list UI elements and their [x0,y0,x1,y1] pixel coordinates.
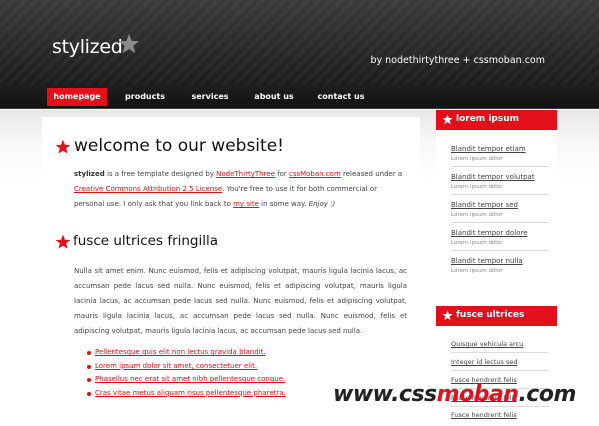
sidebar-box-title: fusce ultrices [456,310,525,320]
sidebar-link[interactable]: Blandit tempor etiam [451,145,526,153]
divider [451,352,549,353]
sidebar-link[interactable]: Integer id lectus sed [451,358,517,366]
watermark-part-2: moban [436,382,519,407]
sidebar-link[interactable]: Quisque vehicula arcu [451,340,523,348]
sidebar-link[interactable]: Blandit tempor dolore [451,229,528,237]
divider [451,194,549,195]
designer-link[interactable]: NodeThirtyThree [216,170,275,178]
divider [451,250,549,251]
sidebar-link-subtitle: Lorem ipsum dolor [451,184,503,190]
intro-paragraph: stylized is a free template designed by … [74,167,407,212]
intro-text-3: released under a [340,170,403,178]
body-paragraph: Nulla sit amet enim. Nunc euismod, felis… [74,267,407,335]
nav-item-products[interactable]: products [118,88,172,106]
sidebar-link-subtitle: Lorem ipsum dolor [451,268,503,274]
nav-item-contact-us[interactable]: contact us [313,88,369,106]
enjoy-text: Enjoy :) [308,200,336,208]
intro-text-2: for [274,170,289,178]
section-heading: fusce ultrices fringilla [73,233,219,249]
sidebar-box-header: fusce ultrices [436,306,557,326]
sidebar-link[interactable]: Blandit tempor nulla [451,257,523,265]
sidebar-link[interactable]: Blandit tempor sed [451,201,518,209]
sidebar-link-subtitle: Lorem ipsum dolor [451,212,503,218]
sidebar-link[interactable]: Blandit tempor volutpat [451,173,535,181]
welcome-heading: welcome to our website! [74,136,284,156]
site-tagline: by nodethirtythree + cssmoban.com [370,55,545,66]
divider [451,222,549,223]
nav-item-about-us[interactable]: about us [248,88,300,106]
sidebar-box-title: lorem ipsum [456,114,519,124]
sidebar-link[interactable]: Fusce hendrerit felis [451,411,517,419]
logo-text: stylized [52,36,123,58]
list-item[interactable]: Cras vitae metus aliquam risus pellentes… [87,389,286,403]
license-link[interactable]: Creative Commons Attribution 2.5 License [74,185,222,193]
star-icon [442,310,453,321]
site-logo[interactable]: stylized [52,33,140,66]
sidebar-link-subtitle: Lorem ipsum dolor [451,240,503,246]
star-icon [55,234,71,249]
watermark-part-1: www.css [333,382,437,407]
divider [451,370,549,371]
sidebar-link-subtitle: Lorem ipsum dolor [451,156,503,162]
star-icon [118,33,140,54]
list-item[interactable]: Phasellus nec erat sit amet nibh pellent… [87,375,286,389]
watermark: www.cssmoban.com [333,382,576,407]
intro-text-5: in some way. [258,200,309,208]
star-icon [55,139,71,154]
brand-name: stylized [74,170,105,178]
divider [451,166,549,167]
sidebar-box-header: lorem ipsum [436,110,557,130]
nav-item-services[interactable]: services [184,88,236,106]
main-nav: homepage products services about us cont… [0,85,599,109]
site-header: stylized by nodethirtythree + cssmoban.c… [0,0,599,85]
my-site-link[interactable]: my site [233,200,259,208]
cssmoban-link[interactable]: cssMoban.com [289,170,341,178]
watermark-part-3: .com [518,382,576,407]
intro-text-1: is a free template designed by [104,170,217,178]
star-icon [442,114,453,125]
nav-item-homepage[interactable]: homepage [47,88,107,106]
bullet-list: Pellentesque quis elit non lectus gravid… [87,348,286,402]
list-item[interactable]: Pellentesque quis elit non lectus gravid… [87,348,286,362]
list-item[interactable]: Lorem ipsum dolor sit amet, consectetuer… [87,362,286,376]
